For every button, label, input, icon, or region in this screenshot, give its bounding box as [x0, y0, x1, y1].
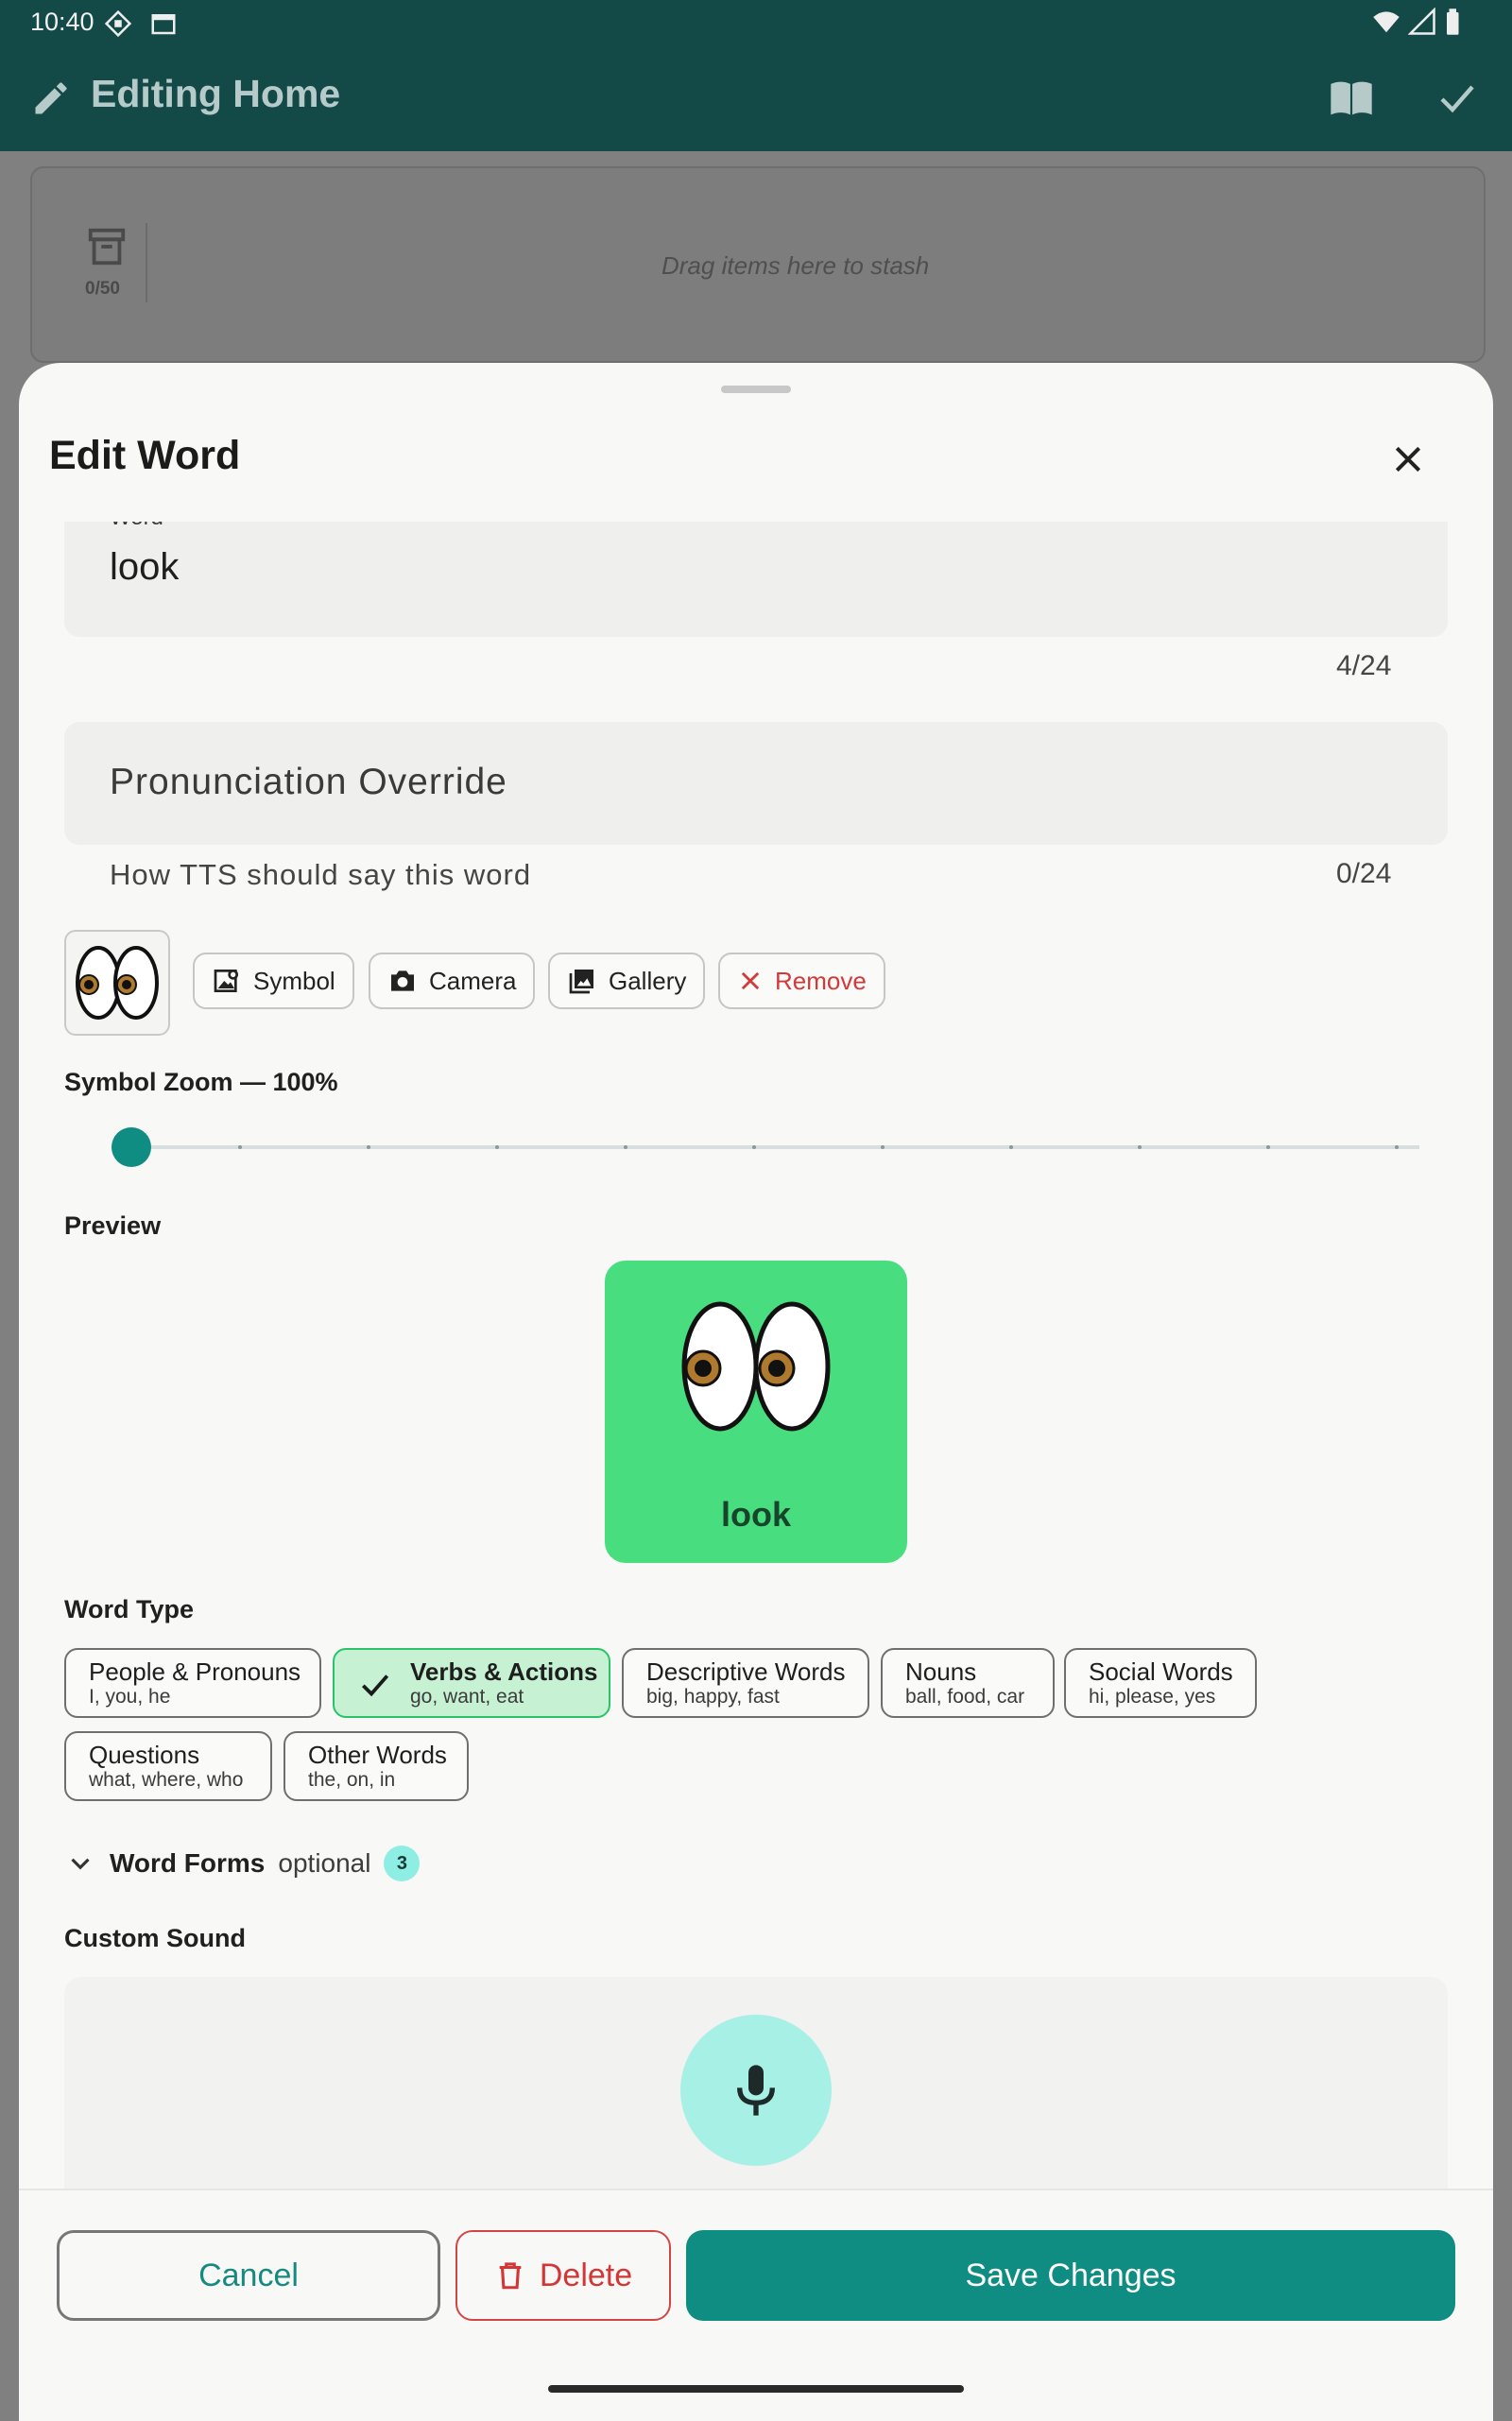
slider-track [112, 1145, 1419, 1149]
drag-handle[interactable] [721, 386, 791, 393]
word-forms-count-badge: 3 [384, 1846, 421, 1881]
remove-button-label: Remove [775, 966, 867, 995]
symbol-zoom-label: Symbol Zoom — 100% [64, 1068, 338, 1096]
eyes-icon [681, 1301, 831, 1432]
slider-tick [1395, 1145, 1399, 1149]
page-title: Editing Home [91, 72, 341, 115]
close-icon [1395, 446, 1421, 472]
word-forms-label: Word Forms [110, 1848, 266, 1878]
slider-tick [238, 1145, 242, 1149]
slider-tick [752, 1145, 756, 1149]
chip-title: People & Pronouns [89, 1657, 301, 1686]
chip-people-pronouns[interactable]: People & Pronouns I, you, he [64, 1648, 321, 1718]
chip-title: Nouns [905, 1657, 977, 1686]
slider-tick [624, 1145, 627, 1149]
calendar-icon [149, 9, 178, 44]
stash-count: 0/50 [85, 279, 120, 299]
preview-word: look [720, 1495, 791, 1534]
chip-subtitle: what, where, who [89, 1769, 244, 1791]
chip-subtitle: ball, food, car [905, 1686, 1025, 1708]
chip-subtitle: go, want, eat [410, 1686, 524, 1708]
gallery-button[interactable]: Gallery [548, 953, 706, 1009]
word-forms-optional: optional [278, 1848, 371, 1878]
slider-thumb[interactable] [112, 1127, 151, 1167]
cancel-button[interactable]: Cancel [57, 2230, 440, 2321]
signal-icon [1407, 7, 1436, 43]
delete-button-label: Delete [539, 2257, 633, 2293]
word-forms-toggle[interactable]: Word Forms optional 3 [64, 1841, 421, 1886]
stash-divider [146, 223, 147, 302]
symbol-thumbnail[interactable] [64, 930, 170, 1036]
chip-questions[interactable]: Questions what, where, who [64, 1731, 272, 1801]
camera-button[interactable]: Camera [369, 953, 536, 1009]
battery-icon [1442, 8, 1461, 43]
pronunciation-helper: How TTS should say this word [110, 858, 532, 891]
slider-tick [1138, 1145, 1142, 1149]
save-changes-button[interactable]: Save Changes [686, 2230, 1455, 2321]
book-icon[interactable] [1327, 74, 1376, 128]
chip-subtitle: I, you, he [89, 1686, 171, 1708]
delete-button[interactable]: Delete [455, 2230, 671, 2321]
symbol-button[interactable]: Symbol [193, 953, 354, 1009]
microphone-icon [737, 2065, 775, 2116]
chevron-down-icon [71, 1858, 90, 1870]
preview-label: Preview [64, 1211, 162, 1240]
done-check-icon[interactable] [1435, 76, 1480, 126]
status-bar: 10:40 [0, 0, 1512, 45]
chip-other-words[interactable]: Other Words the, on, in [284, 1731, 469, 1801]
chip-social-words[interactable]: Social Words hi, please, yes [1064, 1648, 1257, 1718]
archive-icon [85, 225, 129, 273]
slider-tick [881, 1145, 885, 1149]
edit-pencil-icon [30, 77, 72, 124]
word-field-label: Word [110, 522, 163, 531]
save-button-label: Save Changes [965, 2257, 1177, 2293]
word-field[interactable]: Word look [64, 522, 1448, 637]
remove-button[interactable]: Remove [718, 953, 885, 1009]
close-button[interactable] [1382, 433, 1435, 486]
notification-icon [104, 9, 132, 44]
slider-tick [367, 1145, 370, 1149]
chip-subtitle: hi, please, yes [1089, 1686, 1216, 1708]
eyes-icon [76, 946, 159, 1020]
chip-verbs-actions[interactable]: Verbs & Actions go, want, eat [333, 1648, 610, 1718]
chip-title: Other Words [308, 1741, 447, 1769]
image-search-icon [214, 970, 238, 992]
slider-tick [1009, 1145, 1013, 1149]
sheet-scroll-area[interactable]: Word look 4/24 Pronunciation Override Ho… [19, 522, 1493, 2189]
cancel-button-label: Cancel [198, 2257, 299, 2293]
chip-title: Verbs & Actions [410, 1657, 598, 1686]
gesture-nav-bar[interactable] [548, 2385, 964, 2393]
custom-sound-label: Custom Sound [64, 1924, 246, 1952]
chip-descriptive-words[interactable]: Descriptive Words big, happy, fast [622, 1648, 869, 1718]
symbol-zoom-slider[interactable] [112, 1126, 1419, 1168]
chip-title: Questions [89, 1741, 200, 1769]
gallery-icon [569, 970, 593, 994]
chip-subtitle: the, on, in [308, 1769, 396, 1791]
word-counter: 4/24 [1336, 650, 1392, 681]
gallery-button-label: Gallery [609, 966, 687, 995]
slider-tick [495, 1145, 499, 1149]
chip-nouns[interactable]: Nouns ball, food, car [881, 1648, 1055, 1718]
record-button[interactable] [680, 2015, 832, 2166]
sheet-title: Edit Word [49, 433, 241, 478]
check-icon [361, 1674, 389, 1697]
stash-hint: Drag items here to stash [662, 251, 930, 280]
chip-subtitle: big, happy, fast [646, 1686, 780, 1708]
status-time: 10:40 [30, 8, 94, 36]
chip-title: Descriptive Words [646, 1657, 846, 1686]
app-bar: Editing Home [0, 45, 1512, 151]
pronunciation-field[interactable]: Pronunciation Override [64, 722, 1448, 845]
pronunciation-placeholder: Pronunciation Override [110, 762, 507, 802]
wifi-icon [1370, 8, 1402, 43]
word-type-label: Word Type [64, 1595, 195, 1623]
pronunciation-counter: 0/24 [1336, 858, 1392, 889]
trash-icon [499, 2262, 522, 2290]
chip-title: Social Words [1089, 1657, 1233, 1686]
slider-tick [1266, 1145, 1270, 1149]
word-field-value: look [110, 546, 180, 588]
symbol-button-label: Symbol [253, 966, 335, 995]
camera-button-label: Camera [429, 966, 517, 995]
remove-x-icon [741, 971, 760, 990]
camera-icon [391, 970, 414, 991]
